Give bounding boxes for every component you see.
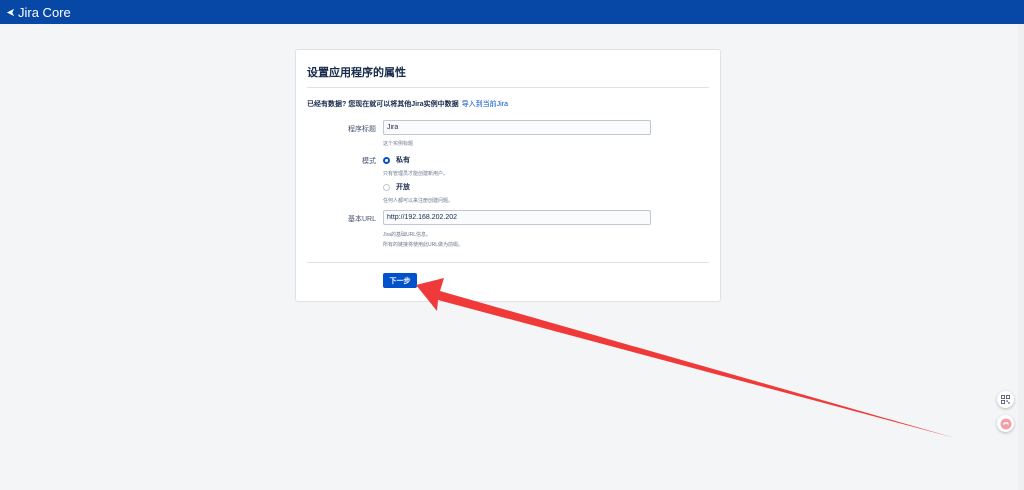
import-notice: 已经有数据? 您现在就可以将其他Jira实例中数据 导入到当前Jira [307,99,508,109]
qr-grid-icon [1001,395,1010,404]
page-scrollbar[interactable] [1018,24,1024,490]
mode-public-hint: 任何人都可以来注册创建问题。 [383,198,454,204]
footer-divider [307,262,709,263]
qr-grid-button[interactable] [997,391,1014,408]
base-url-input[interactable] [383,210,651,225]
page-title: 设置应用程序的属性 [307,67,406,79]
mode-private-option[interactable]: 私有 [383,155,410,165]
jira-logo-icon [6,8,15,16]
title-divider [307,87,709,88]
next-button[interactable]: 下一步 [383,273,417,288]
logo-text: Jira Core [18,4,71,20]
mode-public-label[interactable]: 开放 [396,182,410,192]
import-link[interactable]: 导入到当前Jira [462,101,508,108]
setup-properties-card: 设置应用程序的属性 已经有数据? 您现在就可以将其他Jira实例中数据 导入到当前… [295,49,721,302]
mode-private-label[interactable]: 私有 [396,155,410,165]
base-url-hint-2: 所有的链接将使用此URL做为前缀。 [383,242,464,248]
jira-core-logo[interactable]: Jira Core [6,5,71,20]
import-notice-text: 已经有数据? 您现在就可以将其他Jira实例中数据 [307,101,459,108]
app-title-label: 程序标题 [348,126,376,133]
top-navigation-bar: Jira Core [0,0,1024,24]
floating-helper-button[interactable] [997,415,1014,432]
mode-public-option[interactable]: 开放 [383,182,410,192]
mode-private-radio[interactable] [383,156,390,164]
app-title-input[interactable] [383,120,651,135]
floating-helper-icon [1000,418,1011,429]
base-url-label: 基本URL [347,216,376,223]
app-title-hint: 这个实例标题 [383,141,414,147]
mode-label: 模式 [362,158,376,165]
annotation-arrow-shape [416,278,955,438]
mode-public-radio[interactable] [383,183,390,191]
base-url-hint-1: Jira的基础URL信息。 [383,232,432,238]
mode-private-hint: 只有管理员才能创建新用户。 [383,171,449,177]
